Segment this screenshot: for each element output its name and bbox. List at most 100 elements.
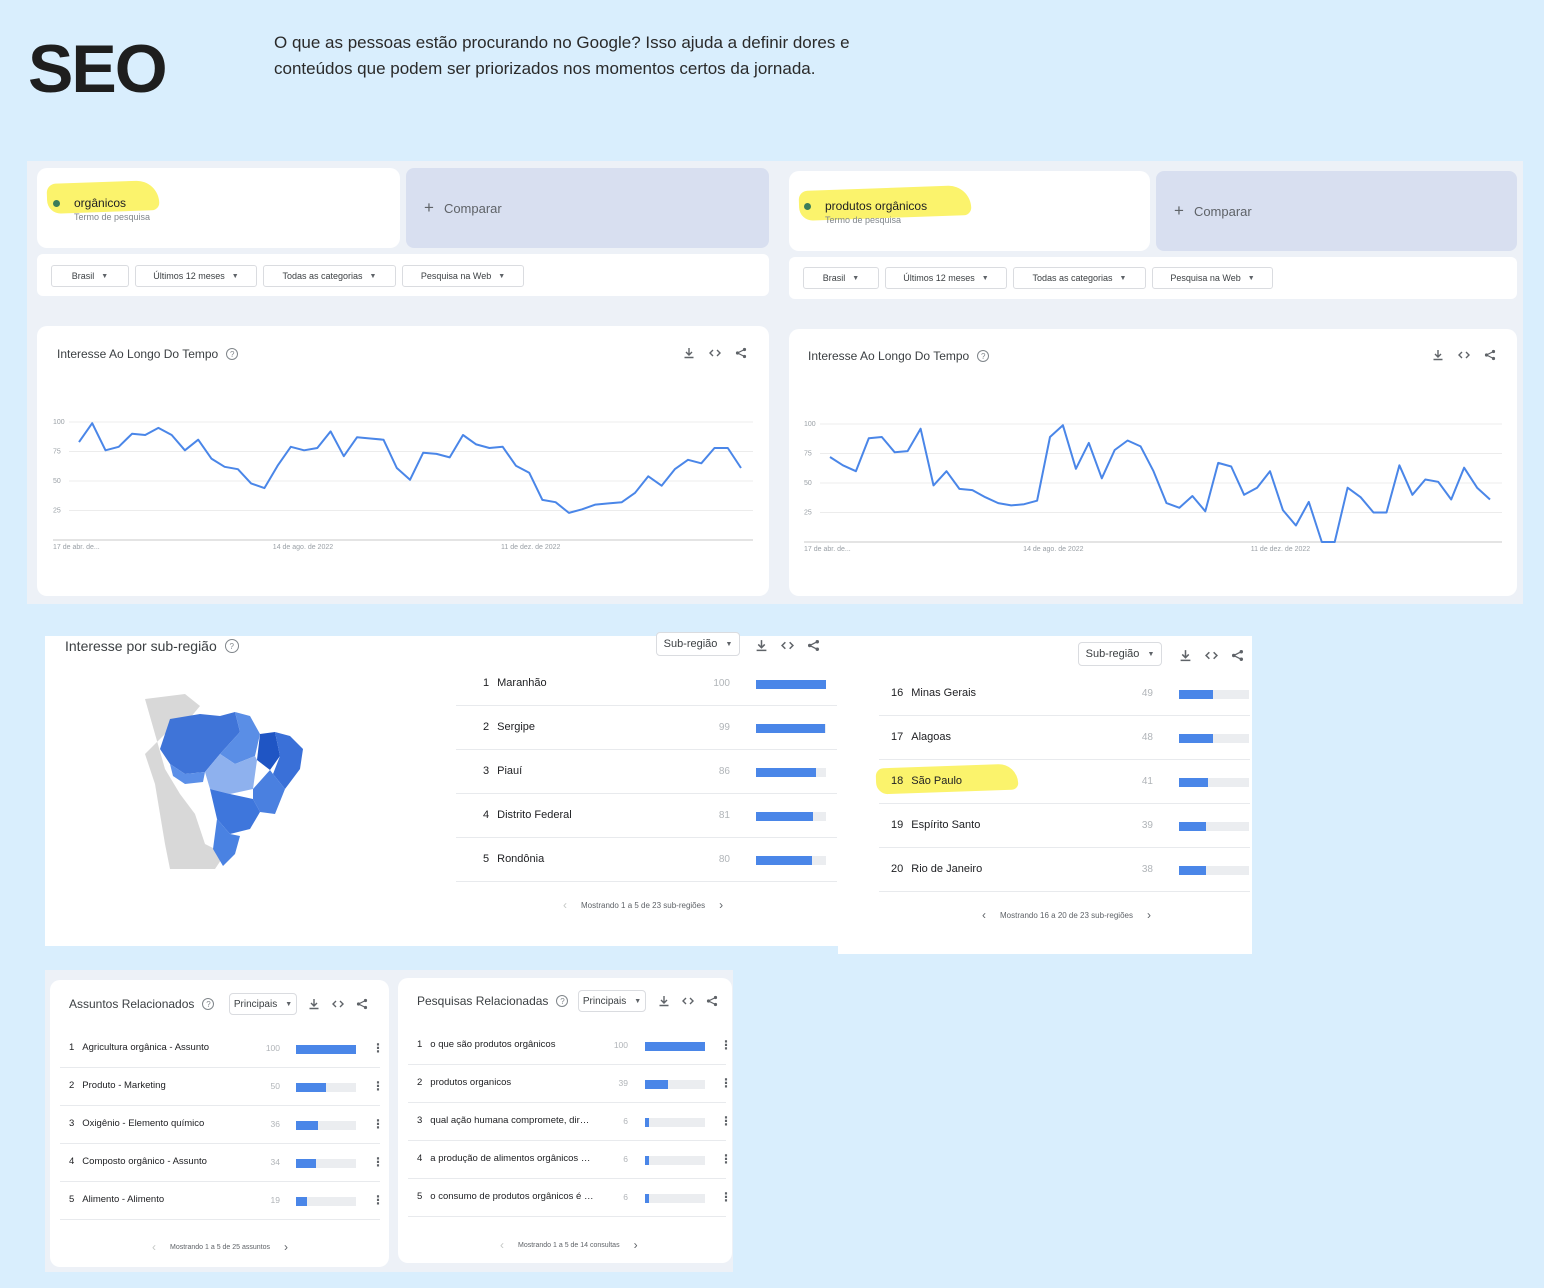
chevron-right-icon[interactable]: › bbox=[719, 898, 723, 912]
more-vert-icon[interactable]: ⋮ bbox=[720, 1076, 732, 1090]
list-item[interactable]: 4 Distrito Federal 81 bbox=[456, 794, 837, 838]
embed-icon[interactable] bbox=[331, 997, 345, 1011]
list-item[interactable]: 4 a produção de alimentos orgânicos pode … bbox=[408, 1141, 732, 1179]
help-icon[interactable]: ? bbox=[226, 348, 239, 360]
value-bar bbox=[296, 1159, 356, 1168]
filter-period[interactable]: Últimos 12 meses ▼ bbox=[885, 267, 1007, 289]
share-icon[interactable] bbox=[734, 346, 748, 360]
more-vert-icon[interactable]: ⋮ bbox=[372, 1117, 384, 1131]
value-bar bbox=[645, 1080, 705, 1089]
list-item[interactable]: 2 Produto - Marketing 50 ⋮ bbox=[60, 1068, 384, 1106]
more-vert-icon[interactable]: ⋮ bbox=[720, 1152, 732, 1166]
list-item[interactable]: 3 Oxigênio - Elemento químico 36 ⋮ bbox=[60, 1106, 384, 1144]
filter-search-type[interactable]: Pesquisa na Web ▼ bbox=[402, 265, 524, 287]
download-icon[interactable] bbox=[657, 994, 671, 1008]
chevron-left-icon[interactable]: ‹ bbox=[152, 1240, 156, 1254]
list-item-rank: 4 bbox=[417, 1153, 423, 1164]
share-icon[interactable] bbox=[355, 997, 369, 1011]
list-item[interactable]: 16 Minas Gerais 49 bbox=[879, 672, 1250, 716]
list-item[interactable]: 2 Sergipe 99 bbox=[456, 706, 837, 750]
compare-button[interactable]: + Comparar bbox=[1156, 171, 1517, 251]
list-item-label: 20 Rio de Janeiro bbox=[891, 863, 1119, 875]
list-item[interactable]: 1 o que são produtos orgânicos 100 ⋮ bbox=[408, 1027, 732, 1065]
list-item[interactable]: 4 Composto orgânico - Assunto 34 ⋮ bbox=[60, 1144, 384, 1182]
help-icon[interactable]: ? bbox=[202, 998, 215, 1010]
download-icon[interactable] bbox=[1178, 648, 1192, 662]
share-icon[interactable] bbox=[806, 638, 820, 652]
caret-down-icon: ▼ bbox=[1247, 274, 1255, 282]
list-item[interactable]: 1 Agricultura orgânica - Assunto 100 ⋮ bbox=[60, 1030, 384, 1068]
embed-icon[interactable] bbox=[681, 994, 695, 1008]
subregion-dropdown[interactable]: Sub-região ▼ bbox=[1078, 642, 1162, 666]
more-vert-icon[interactable]: ⋮ bbox=[372, 1079, 384, 1093]
subregion-pager: ‹ Mostrando 16 a 20 de 23 sub-regiões › bbox=[982, 908, 1151, 922]
embed-icon[interactable] bbox=[708, 346, 722, 360]
list-item[interactable]: 20 Rio de Janeiro 38 bbox=[879, 848, 1250, 892]
chevron-right-icon[interactable]: › bbox=[1147, 908, 1151, 922]
download-icon[interactable] bbox=[754, 638, 768, 652]
filter-period[interactable]: Últimos 12 meses ▼ bbox=[135, 265, 257, 287]
list-item[interactable]: 19 Espírito Santo 39 bbox=[879, 804, 1250, 848]
embed-icon[interactable] bbox=[780, 638, 794, 652]
chevron-left-icon[interactable]: ‹ bbox=[982, 908, 986, 922]
help-icon[interactable]: ? bbox=[977, 350, 990, 362]
more-vert-icon[interactable]: ⋮ bbox=[372, 1041, 384, 1055]
download-icon[interactable] bbox=[307, 997, 321, 1011]
related-queries-dropdown[interactable]: Principais ▼ bbox=[578, 990, 646, 1012]
list-item[interactable]: 5 Alimento - Alimento 19 ⋮ bbox=[60, 1182, 384, 1220]
compare-button[interactable]: + Comparar bbox=[406, 168, 769, 248]
chevron-left-icon[interactable]: ‹ bbox=[500, 1238, 504, 1252]
section-tools bbox=[754, 638, 820, 652]
filter-row: Brasil ▼ Últimos 12 meses ▼ Todas as categ… bbox=[51, 265, 524, 287]
series-line[interactable] bbox=[78, 422, 742, 514]
more-vert-icon[interactable]: ⋮ bbox=[720, 1114, 732, 1128]
embed-icon[interactable] bbox=[1204, 648, 1218, 662]
search-term-card[interactable]: orgânicos Termo de pesquisa bbox=[37, 168, 400, 248]
related-topics-dropdown[interactable]: Principais ▼ bbox=[229, 993, 297, 1015]
brazil-map[interactable] bbox=[125, 694, 315, 874]
list-item[interactable]: 1 Maranhão 100 bbox=[456, 662, 837, 706]
x-tick-label: 11 de dez. de 2022 bbox=[1251, 546, 1311, 553]
list-item[interactable]: 2 produtos organicos 39 ⋮ bbox=[408, 1065, 732, 1103]
chevron-right-icon[interactable]: › bbox=[284, 1240, 288, 1254]
value-bar bbox=[756, 680, 826, 689]
list-item[interactable]: 18 São Paulo 41 bbox=[879, 760, 1250, 804]
chevron-right-icon[interactable]: › bbox=[634, 1238, 638, 1252]
list-item[interactable]: 17 Alagoas 48 bbox=[879, 716, 1250, 760]
search-term-card[interactable]: produtos orgânicos Termo de pesquisa bbox=[789, 171, 1150, 251]
filter-category[interactable]: Todas as categorias ▼ bbox=[263, 265, 396, 287]
series-line[interactable] bbox=[829, 424, 1491, 543]
share-icon[interactable] bbox=[1230, 648, 1244, 662]
list-item[interactable]: 5 o consumo de produtos orgânicos é benef… bbox=[408, 1179, 732, 1217]
value-bar bbox=[296, 1121, 356, 1130]
list-item[interactable]: 3 Piauí 86 bbox=[456, 750, 837, 794]
caret-down-icon: ▼ bbox=[1119, 274, 1127, 282]
value-bar bbox=[1179, 866, 1249, 875]
filter-search-type[interactable]: Pesquisa na Web ▼ bbox=[1152, 267, 1273, 289]
more-vert-icon[interactable]: ⋮ bbox=[720, 1038, 732, 1052]
list-item[interactable]: 5 Rondônia 80 bbox=[456, 838, 837, 882]
help-icon[interactable]: ? bbox=[224, 639, 239, 653]
download-icon[interactable] bbox=[1431, 348, 1445, 362]
share-icon[interactable] bbox=[1483, 348, 1497, 362]
filter-region[interactable]: Brasil ▼ bbox=[51, 265, 129, 287]
list-item[interactable]: 3 qual ação humana compromete, diretamen.… bbox=[408, 1103, 732, 1141]
list-item-name: Rondônia bbox=[497, 853, 545, 865]
filter-region[interactable]: Brasil ▼ bbox=[803, 267, 879, 289]
more-vert-icon[interactable]: ⋮ bbox=[720, 1190, 732, 1204]
subregion-card: Interesse por sub-região ? Sub-região ▼ 1… bbox=[45, 632, 838, 946]
chevron-left-icon[interactable]: ‹ bbox=[563, 898, 567, 912]
embed-icon[interactable] bbox=[1457, 348, 1471, 362]
y-tick-label: 75 bbox=[53, 449, 61, 456]
list-item-name: Sergipe bbox=[497, 721, 536, 733]
share-icon[interactable] bbox=[705, 994, 719, 1008]
more-vert-icon[interactable]: ⋮ bbox=[372, 1193, 384, 1207]
list-item-value: 38 bbox=[1141, 864, 1153, 875]
list-item-label: 2 Produto - Marketing bbox=[69, 1080, 246, 1091]
filter-category[interactable]: Todas as categorias ▼ bbox=[1013, 267, 1146, 289]
download-icon[interactable] bbox=[682, 346, 696, 360]
help-icon[interactable]: ? bbox=[556, 995, 569, 1007]
more-vert-icon[interactable]: ⋮ bbox=[372, 1155, 384, 1169]
subregion-dropdown[interactable]: Sub-região ▼ bbox=[656, 632, 740, 656]
compare-label: Comparar bbox=[1193, 203, 1252, 219]
